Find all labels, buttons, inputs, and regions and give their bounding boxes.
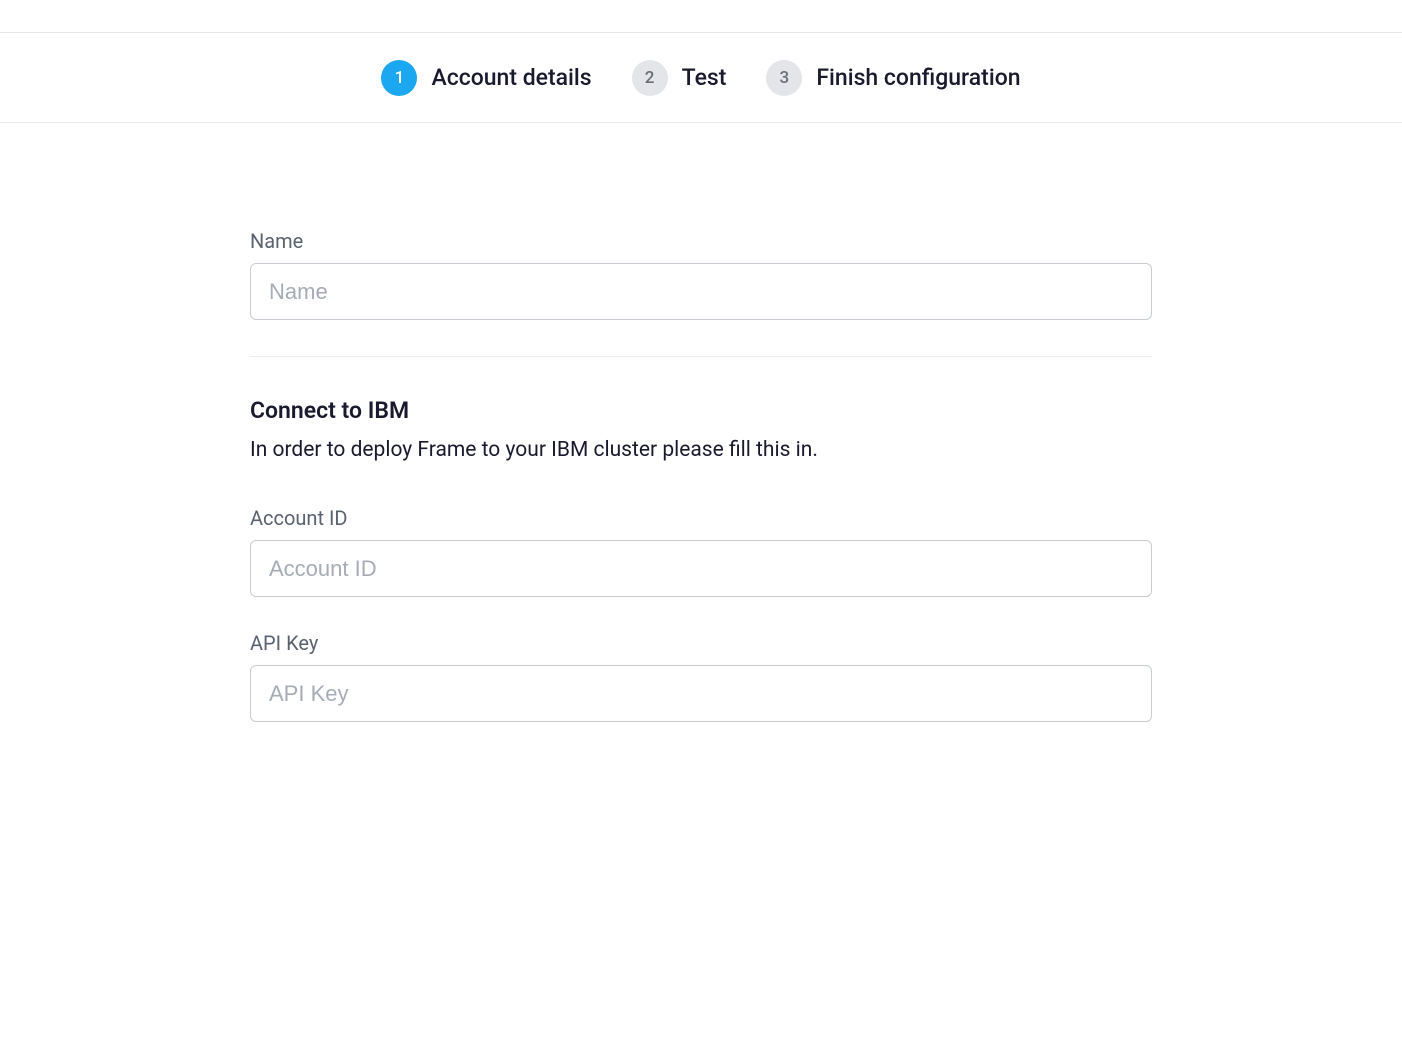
form-container: Name Connect to IBM In order to deploy F… <box>250 123 1152 722</box>
section-divider <box>250 356 1152 357</box>
step-account-details[interactable]: 1 Account details <box>381 60 591 96</box>
api-key-input[interactable] <box>250 665 1152 722</box>
account-id-label: Account ID <box>250 506 1152 530</box>
connect-heading: Connect to IBM <box>250 397 1152 424</box>
step-finish-configuration[interactable]: 3 Finish configuration <box>766 60 1020 96</box>
connect-subtext: In order to deploy Frame to your IBM clu… <box>250 438 1152 462</box>
name-input[interactable] <box>250 263 1152 320</box>
top-spacer <box>0 0 1402 33</box>
api-key-label: API Key <box>250 631 1152 655</box>
field-group-name: Name <box>250 229 1152 320</box>
step-label: Finish configuration <box>816 64 1020 91</box>
step-test[interactable]: 2 Test <box>632 60 727 96</box>
account-id-input[interactable] <box>250 540 1152 597</box>
step-number-badge: 2 <box>632 60 668 96</box>
step-label: Account details <box>431 64 591 91</box>
step-number-badge: 3 <box>766 60 802 96</box>
stepper-bar: 1 Account details 2 Test 3 Finish config… <box>0 33 1402 123</box>
field-group-account-id: Account ID <box>250 506 1152 597</box>
name-label: Name <box>250 229 1152 253</box>
step-number-badge: 1 <box>381 60 417 96</box>
step-label: Test <box>682 64 727 91</box>
field-group-api-key: API Key <box>250 631 1152 722</box>
